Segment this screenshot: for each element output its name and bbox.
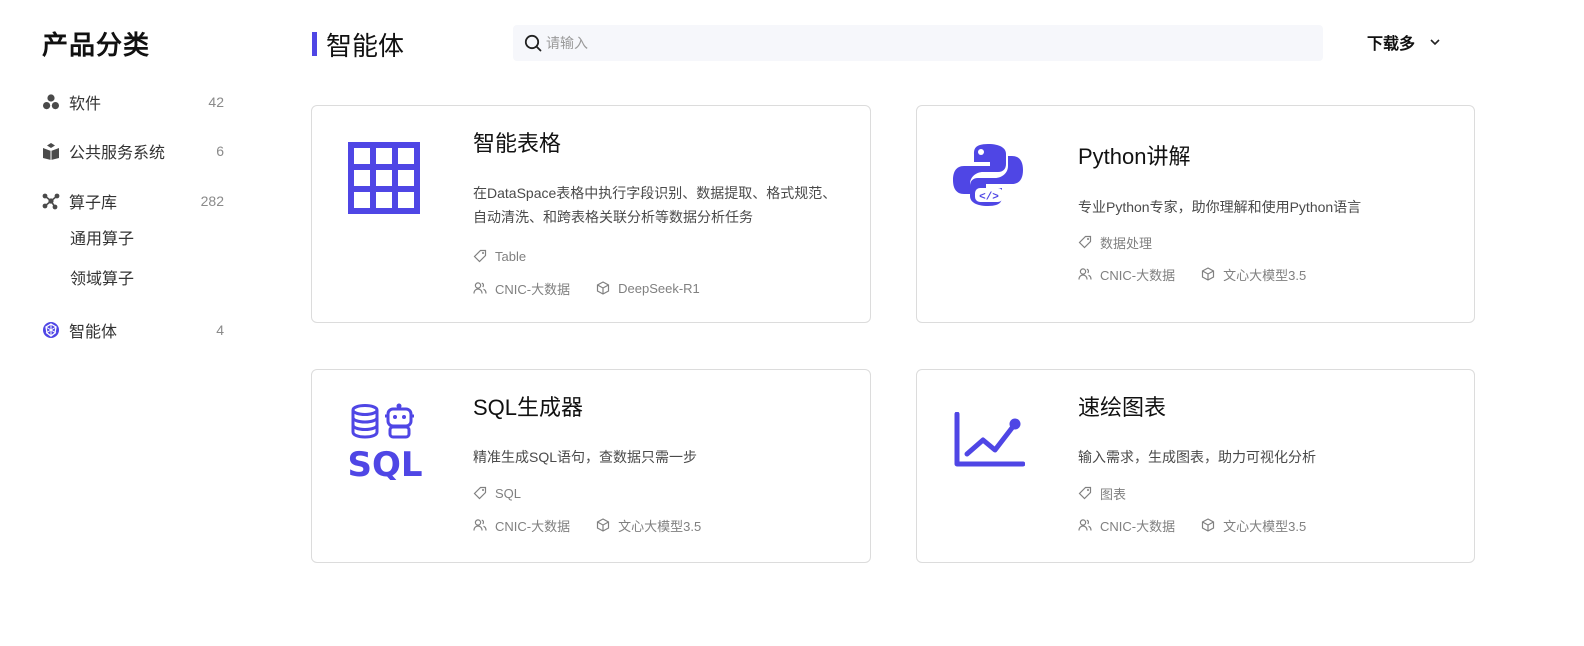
category-label: 智能体 [69,324,118,341]
chevron-down-icon [1429,36,1441,48]
card-tag-row: 图表 [1078,484,1444,502]
provider-label: CNIC-大数据 [1100,267,1176,283]
card-meta-row: CNIC-大数据 文心大模型3.5 [1078,516,1444,534]
tag-icon [473,249,487,263]
provider-label: CNIC-大数据 [495,518,571,534]
users-icon [473,518,487,532]
card-body: SQL生成器 精准生成SQL语句，查数据只需一步 SQL CNIC-大数据 文心… [473,394,840,534]
card-body: Python讲解 专业Python专家，助你理解和使用Python语言 数据处理… [1078,143,1444,283]
card-model: 文心大模型3.5 [596,516,701,535]
subcategory-domain-operators[interactable]: 领域算子 [70,269,134,291]
tag-icon [473,486,487,500]
public-service-icon [42,142,60,160]
search-input[interactable] [546,35,1306,51]
category-operator-library[interactable]: 算子库 282 [42,190,224,212]
card-description: 在DataSpace表格中执行字段识别、数据提取、格式规范、自动清洗、和跨表格关… [473,185,837,225]
category-count: 4 [216,322,224,338]
card-model: 文心大模型3.5 [1201,516,1306,535]
card-provider: CNIC-大数据 [473,516,570,535]
card-title: Python讲解 [1078,144,1191,169]
cube-icon [1201,267,1215,281]
card-provider: CNIC-大数据 [1078,516,1175,535]
category-count: 6 [216,143,224,159]
category-agent[interactable]: 智能体 4 [42,319,224,341]
category-count: 42 [208,94,224,110]
users-icon [473,281,487,295]
sort-dropdown[interactable]: 下载多 [1367,30,1441,54]
provider-label: CNIC-大数据 [1100,518,1176,534]
card-title: 智能表格 [473,131,562,156]
category-public-service[interactable]: 公共服务系统 6 [42,140,224,162]
users-icon [1078,518,1092,532]
agent-card[interactable]: </> Python讲解 专业Python专家，助你理解和使用Python语言 … [916,105,1475,323]
python-code-icon: </> [952,142,1024,213]
tag-icon [1078,235,1092,249]
card-tag-row: Table [473,247,840,265]
cube-icon [596,518,610,532]
card-body: 速绘图表 输入需求，生成图表，助力可视化分析 图表 CNIC-大数据 文心大模型… [1078,394,1444,534]
card-tag: Table [495,248,527,264]
card-description: 输入需求，生成图表，助力可视化分析 [1078,449,1316,465]
model-label: DeepSeek-R1 [618,280,700,296]
card-tag: 图表 [1100,486,1127,502]
card-tag-row: SQL [473,484,840,502]
subcategory-general-operators[interactable]: 通用算子 [70,229,134,251]
card-body: 智能表格 在DataSpace表格中执行字段识别、数据提取、格式规范、自动清洗、… [473,130,840,297]
title-accent-bar [312,32,317,56]
model-label: 文心大模型3.5 [1223,518,1307,534]
operator-library-icon [42,192,60,210]
card-model: 文心大模型3.5 [1201,265,1306,284]
card-model: DeepSeek-R1 [596,281,700,296]
category-software[interactable]: 软件 42 [42,91,224,113]
agent-card[interactable]: 智能表格 在DataSpace表格中执行字段识别、数据提取、格式规范、自动清洗、… [311,105,871,323]
line-chart-icon [953,411,1026,475]
agent-icon [42,321,60,339]
card-meta-row: CNIC-大数据 文心大模型3.5 [1078,265,1444,283]
card-meta-row: CNIC-大数据 文心大模型3.5 [473,516,840,534]
card-description: 专业Python专家，助你理解和使用Python语言 [1078,199,1362,215]
provider-label: CNIC-大数据 [495,281,571,297]
model-label: 文心大模型3.5 [1223,267,1307,283]
sql-logo-text: SQL [347,445,422,480]
model-label: 文心大模型3.5 [618,518,702,534]
card-tag: SQL [495,485,522,501]
category-label: 软件 [69,96,102,113]
cube-icon [1201,518,1215,532]
users-icon [1078,267,1092,281]
card-meta-row: CNIC-大数据 DeepSeek-R1 [473,279,840,297]
card-provider: CNIC-大数据 [473,279,570,298]
search-box[interactable] [513,25,1323,61]
tag-icon [1078,486,1092,500]
card-title: 速绘图表 [1078,395,1167,420]
agent-card[interactable]: SQL SQL生成器 精准生成SQL语句，查数据只需一步 SQL CNIC-大数… [311,369,871,563]
sql-robot-icon: SQL [347,402,423,485]
card-tag-row: 数据处理 [1078,233,1444,251]
category-label: 算子库 [69,195,118,212]
card-description: 精准生成SQL语句，查数据只需一步 [473,449,698,465]
card-tag: 数据处理 [1100,235,1153,251]
sort-label: 下载多 [1367,36,1416,53]
card-title: SQL生成器 [473,395,584,420]
search-icon [524,34,542,52]
software-icon [42,93,60,111]
category-label: 公共服务系统 [69,145,166,162]
category-sidebar: 产品分类 软件 42 公共服务系统 6 算子库 282 通用算子 领域算子 智能… [42,28,224,341]
page-title: 智能体 [326,30,405,61]
table-grid-icon [347,141,421,220]
cube-icon [596,281,610,295]
agent-card[interactable]: 速绘图表 输入需求，生成图表，助力可视化分析 图表 CNIC-大数据 文心大模型… [916,369,1475,563]
sidebar-title: 产品分类 [42,30,151,60]
page-header: 智能体 [312,28,405,61]
card-provider: CNIC-大数据 [1078,265,1175,284]
category-count: 282 [200,193,224,209]
svg-text:</>: </> [979,192,999,204]
